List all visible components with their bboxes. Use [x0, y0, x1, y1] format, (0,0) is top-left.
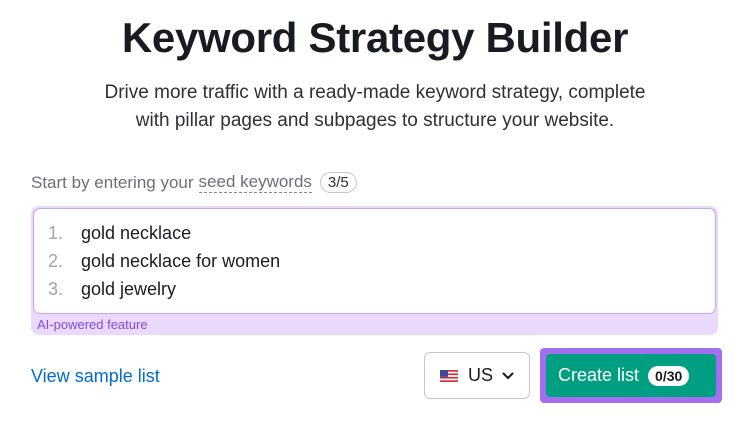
seed-label-prefix: Start by entering your — [31, 172, 194, 192]
keyword-row-text[interactable]: gold necklace for women — [81, 251, 280, 272]
page-subtitle: Drive more traffic with a ready-made key… — [0, 79, 750, 135]
page-title: Keyword Strategy Builder — [121, 14, 629, 61]
subtitle-line-2: with pillar pages and subpages to struct… — [135, 110, 615, 131]
us-flag-icon — [440, 369, 458, 382]
ai-powered-label: AI-powered feature — [37, 317, 148, 332]
country-select[interactable]: US — [424, 352, 530, 399]
country-value: US — [468, 365, 494, 385]
create-list-button[interactable]: Create list 0/30 — [546, 354, 716, 397]
keyword-input-container: 1. gold necklace 2. gold necklace for wo… — [31, 206, 718, 335]
create-list-count-badge: 0/30 — [648, 365, 690, 386]
chevron-down-icon — [502, 372, 514, 379]
view-sample-list-link[interactable]: View sample list — [31, 366, 160, 387]
keyword-row-text[interactable]: gold necklace — [81, 223, 191, 244]
keyword-row[interactable]: 1. gold necklace — [48, 223, 191, 244]
create-list-label: Create list — [558, 365, 640, 385]
keyword-count-badge: 3/5 — [319, 172, 357, 193]
keyword-row[interactable]: 2. gold necklace for women — [48, 251, 280, 272]
keyword-row-text[interactable]: gold jewelry — [81, 279, 176, 300]
keyword-row-number: 2. — [48, 251, 64, 271]
subtitle-line-1: Drive more traffic with a ready-made key… — [104, 82, 646, 103]
keyword-row[interactable]: 3. gold jewelry — [48, 279, 176, 300]
seed-keywords-tooltip-link[interactable]: seed keywords — [198, 172, 312, 193]
keyword-row-number: 3. — [48, 279, 64, 299]
keyword-row-number: 1. — [48, 223, 64, 243]
keyword-textarea[interactable]: 1. gold necklace 2. gold necklace for wo… — [33, 208, 716, 314]
seed-keywords-label: Start by entering your seed keywords 3/5 — [31, 172, 357, 193]
